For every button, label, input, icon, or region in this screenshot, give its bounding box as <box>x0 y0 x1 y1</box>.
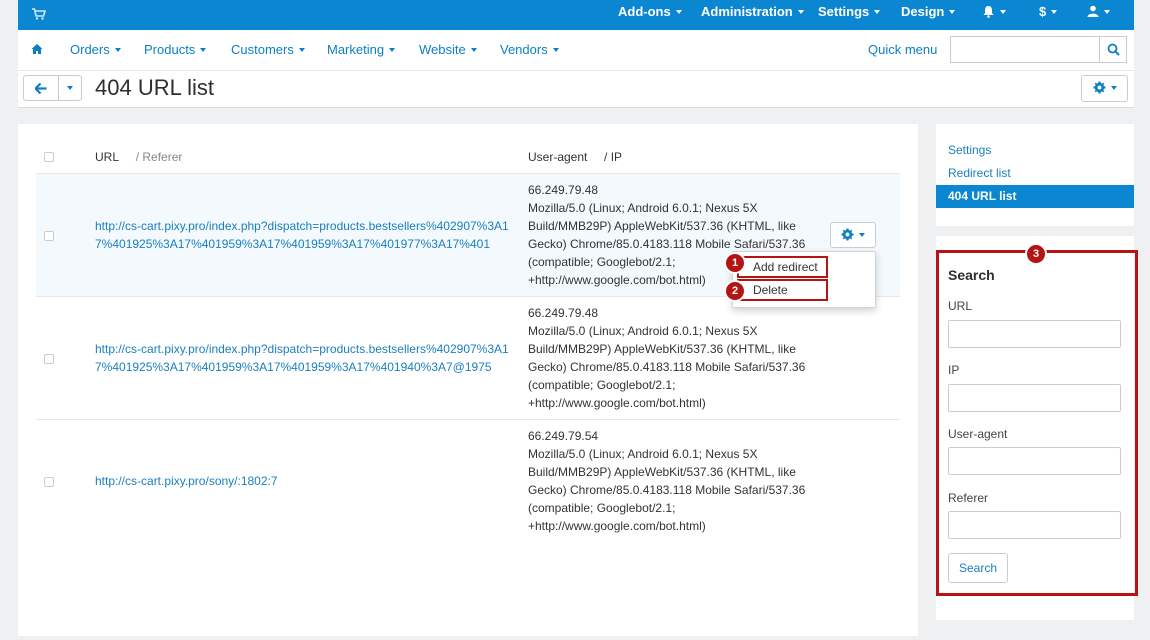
nav-website[interactable]: Website <box>419 30 477 70</box>
header-useragent[interactable]: User-agent / IP <box>528 150 622 164</box>
title-bar: 404 URL list <box>18 71 1134 108</box>
search-icon <box>1107 43 1120 56</box>
gear-icon <box>841 228 854 241</box>
chevron-down-icon <box>1051 9 1058 14</box>
chevron-down-icon <box>1104 9 1110 14</box>
gear-icon <box>1092 81 1106 94</box>
global-search-input[interactable] <box>950 36 1100 63</box>
currency-menu[interactable]: $ <box>1039 0 1058 30</box>
header-referer[interactable]: / Referer <box>136 150 183 164</box>
nav-vendors[interactable]: Vendors <box>500 30 559 70</box>
design-menu[interactable]: Design <box>901 0 956 30</box>
chevron-down-icon <box>470 47 477 52</box>
url-link[interactable]: http://cs-cart.pixy.pro/index.php?dispat… <box>95 217 515 253</box>
add-redirect-menu-item[interactable]: Add redirect <box>737 256 828 278</box>
page-title: 404 URL list <box>95 75 215 100</box>
chevron-down-icon <box>389 47 396 52</box>
chevron-down-icon <box>949 9 956 14</box>
header-url[interactable]: URL / Referer <box>95 150 182 164</box>
chevron-down-icon <box>797 9 804 14</box>
useragent-cell: 66.249.79.54 Mozilla/5.0 (Linux; Android… <box>528 427 818 535</box>
back-button[interactable] <box>23 75 59 101</box>
global-search-button[interactable] <box>1099 36 1127 63</box>
annotation-badge-3: 3 <box>1025 243 1047 265</box>
administration-menu[interactable]: Administration <box>701 0 804 30</box>
table-row: http://cs-cart.pixy.pro/sony/:1802:7 66.… <box>36 419 900 542</box>
annotation-highlight-box <box>936 250 1138 596</box>
ip-value: 66.249.79.48 <box>528 183 599 197</box>
row-checkbox[interactable] <box>44 231 54 241</box>
bell-icon <box>983 5 994 18</box>
main-nav: Orders Products Customers Marketing Webs… <box>18 30 1134 71</box>
quick-menu-link[interactable]: Quick menu <box>868 30 937 70</box>
user-menu[interactable] <box>1087 0 1110 30</box>
sidebar-item-redirect-list[interactable]: Redirect list <box>936 162 1134 185</box>
select-all-checkbox[interactable] <box>44 152 54 162</box>
sidebar-menu: Settings Redirect list 404 URL list <box>936 124 1134 226</box>
home-icon[interactable] <box>31 43 43 55</box>
addons-menu[interactable]: Add-ons <box>618 0 682 30</box>
chevron-down-icon <box>1110 85 1117 90</box>
nav-products[interactable]: Products <box>144 30 207 70</box>
chevron-down-icon <box>200 47 207 52</box>
url-link[interactable]: http://cs-cart.pixy.pro/index.php?dispat… <box>95 340 515 376</box>
chevron-down-icon <box>298 47 305 52</box>
cart-icon[interactable] <box>32 7 46 21</box>
useragent-cell: 66.249.79.48 Mozilla/5.0 (Linux; Android… <box>528 304 818 412</box>
sidebar-item-404-url-list[interactable]: 404 URL list <box>936 185 1134 208</box>
top-bar: Add-ons Administration Settings Design $ <box>18 0 1134 30</box>
chevron-down-icon <box>552 47 559 52</box>
chevron-down-icon <box>675 9 682 14</box>
settings-menu[interactable]: Settings <box>818 0 881 30</box>
ip-value: 66.249.79.54 <box>528 429 599 443</box>
annotation-badge-2: 2 <box>724 280 746 302</box>
useragent-value: Mozilla/5.0 (Linux; Android 6.0.1; Nexus… <box>528 324 806 410</box>
nav-orders[interactable]: Orders <box>70 30 121 70</box>
table-row: http://cs-cart.pixy.pro/index.php?dispat… <box>36 296 900 419</box>
chevron-down-icon <box>1000 9 1006 14</box>
back-dropdown-button[interactable] <box>58 75 82 101</box>
arrow-left-icon <box>35 83 47 94</box>
annotation-badge-1: 1 <box>724 252 746 274</box>
url-table-panel: URL / Referer User-agent / IP http://cs-… <box>18 124 918 636</box>
url-link[interactable]: http://cs-cart.pixy.pro/sony/:1802:7 <box>95 472 515 490</box>
nav-marketing[interactable]: Marketing <box>327 30 396 70</box>
row-actions-button[interactable] <box>830 222 876 248</box>
notifications-menu[interactable] <box>982 0 1006 30</box>
user-icon <box>1087 5 1099 18</box>
chevron-down-icon <box>114 47 121 52</box>
chevron-down-icon <box>859 232 865 237</box>
nav-customers[interactable]: Customers <box>231 30 305 70</box>
row-actions-dropdown: Add redirect Delete <box>732 251 876 308</box>
row-checkbox[interactable] <box>44 477 54 487</box>
chevron-down-icon <box>874 9 881 14</box>
chevron-down-icon <box>67 85 73 90</box>
useragent-value: Mozilla/5.0 (Linux; Android 6.0.1; Nexus… <box>528 447 806 533</box>
delete-menu-item[interactable]: Delete <box>737 279 828 301</box>
row-checkbox[interactable] <box>44 354 54 364</box>
sidebar-item-settings[interactable]: Settings <box>936 139 1134 162</box>
page-settings-button[interactable] <box>1081 75 1128 102</box>
header-ip[interactable]: / IP <box>604 150 622 164</box>
